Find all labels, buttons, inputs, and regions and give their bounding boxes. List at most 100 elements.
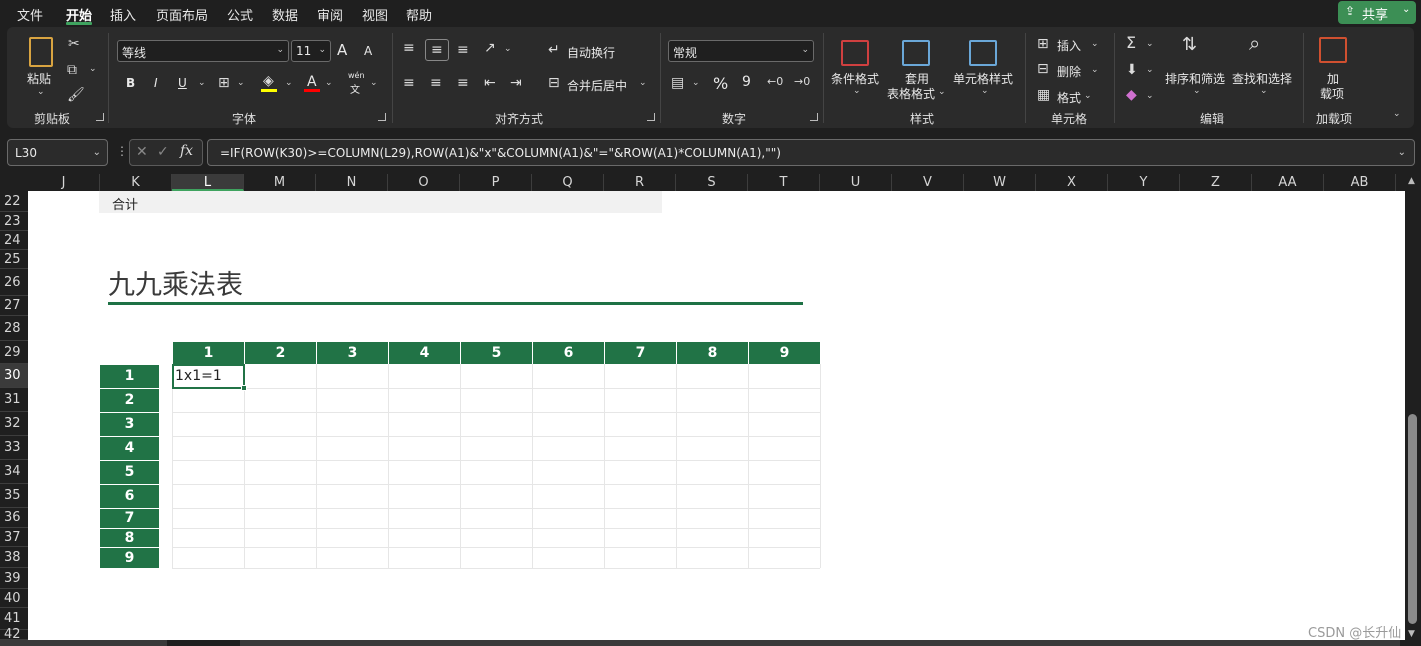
share-button[interactable]: ⇪ 共享 ⌄	[1338, 1, 1416, 24]
chevron-down-icon[interactable]: ⌄	[1193, 86, 1201, 96]
increase-indent-icon[interactable]: ⇥	[510, 75, 522, 91]
menu-formulas[interactable]: 公式	[227, 5, 253, 24]
column-header-k[interactable]: K	[100, 174, 172, 191]
conditional-formatting-icon[interactable]	[841, 40, 869, 66]
align-center-icon[interactable]: ≡	[430, 75, 442, 91]
row-header-35[interactable]: 35	[0, 484, 28, 508]
addins-button[interactable]: 载项	[1320, 85, 1344, 102]
row-header-23[interactable]: 23	[0, 212, 28, 231]
cell-styles-button[interactable]: 单元格样式	[953, 70, 1013, 87]
table-column-header[interactable]: 9	[749, 342, 820, 364]
chevron-down-icon[interactable]: ⌄	[504, 44, 512, 54]
column-header-s[interactable]: S	[676, 174, 748, 191]
autosum-icon[interactable]: Σ	[1126, 35, 1136, 51]
alignment-launcher-icon[interactable]	[647, 113, 655, 121]
clipboard-launcher-icon[interactable]	[96, 113, 104, 121]
row-header-28[interactable]: 28	[0, 316, 28, 341]
row-header-22[interactable]: 22	[0, 191, 28, 212]
row-header-42[interactable]: 42	[0, 628, 28, 641]
format-cells-button[interactable]: 格式	[1057, 89, 1081, 106]
table-row-header[interactable]: 8	[100, 529, 159, 547]
row-header-26[interactable]: 26	[0, 269, 28, 296]
comma-button[interactable]: 9	[742, 74, 751, 90]
paste-icon[interactable]	[29, 37, 53, 67]
cancel-icon[interactable]: ✕	[136, 144, 148, 160]
table-column-header[interactable]: 1	[173, 342, 244, 364]
column-header-p[interactable]: P	[460, 174, 532, 191]
column-header-o[interactable]: O	[388, 174, 460, 191]
column-header-v[interactable]: V	[892, 174, 964, 191]
row-header-36[interactable]: 36	[0, 508, 28, 528]
percent-button[interactable]: %	[713, 74, 728, 93]
chevron-down-icon[interactable]: ⌄	[1146, 91, 1154, 101]
row-header-38[interactable]: 38	[0, 547, 28, 568]
chevron-down-icon[interactable]: ⌄	[37, 87, 45, 97]
decrease-decimal-icon[interactable]: →0	[794, 74, 810, 90]
chevron-down-icon[interactable]: ⌄	[237, 78, 245, 88]
column-header-y[interactable]: Y	[1108, 174, 1180, 191]
borders-icon[interactable]: ⊞	[218, 75, 230, 91]
column-header-l[interactable]: L	[172, 174, 244, 191]
menu-review[interactable]: 审阅	[317, 5, 343, 24]
paste-button[interactable]: 粘贴	[27, 70, 51, 87]
scroll-up-icon[interactable]: ▲	[1408, 176, 1415, 186]
row-header-31[interactable]: 31	[0, 388, 28, 412]
column-header-r[interactable]: R	[604, 174, 676, 191]
chevron-down-icon[interactable]: ⌄	[1091, 39, 1099, 49]
table-column-header[interactable]: 7	[605, 342, 676, 364]
row-header-40[interactable]: 40	[0, 589, 28, 608]
format-as-table-icon[interactable]	[902, 40, 930, 66]
chevron-down-icon[interactable]: ⌄	[1146, 65, 1154, 75]
chevron-down-icon[interactable]: ⌄	[325, 78, 333, 88]
row-header-29[interactable]: 29	[0, 341, 28, 364]
align-right-icon[interactable]: ≡	[457, 75, 469, 91]
table-column-header[interactable]: 4	[389, 342, 460, 364]
number-format-select[interactable]: 常规 ⌄	[668, 40, 814, 62]
grow-font-button[interactable]: A	[337, 41, 347, 59]
decrease-indent-icon[interactable]: ⇤	[484, 75, 496, 91]
font-name-select[interactable]: 等线 ⌄	[117, 40, 289, 62]
table-column-header[interactable]: 2	[245, 342, 316, 364]
horizontal-scrollbar[interactable]	[240, 640, 1400, 646]
align-bottom-icon[interactable]: ≡	[457, 42, 469, 58]
menu-help[interactable]: 帮助	[406, 5, 432, 24]
cut-icon[interactable]: ✂	[68, 36, 80, 52]
column-header-ab[interactable]: AB	[1324, 174, 1396, 191]
ribbon-collapse-icon[interactable]: ⌄	[1393, 109, 1401, 119]
menu-file[interactable]: 文件	[17, 5, 43, 24]
clear-icon[interactable]: ◆	[1126, 87, 1137, 103]
align-top-icon[interactable]: ≡	[403, 40, 415, 56]
phonetic-button[interactable]: wén	[348, 71, 365, 80]
italic-button[interactable]: I	[154, 76, 158, 90]
table-row-header[interactable]: 9	[100, 548, 159, 568]
scroll-down-icon[interactable]: ▼	[1408, 629, 1415, 639]
row-header-27[interactable]: 27	[0, 296, 28, 316]
shrink-font-button[interactable]: A	[364, 44, 372, 58]
row-header-25[interactable]: 25	[0, 250, 28, 269]
row-header-34[interactable]: 34	[0, 460, 28, 484]
more-icon[interactable]: ⋮	[116, 144, 128, 158]
insert-function-icon[interactable]: fx	[180, 143, 193, 159]
font-color-button[interactable]: A	[307, 74, 317, 90]
table-row-header[interactable]: 3	[100, 413, 159, 436]
addins-icon[interactable]	[1319, 37, 1347, 63]
column-header-q[interactable]: Q	[532, 174, 604, 191]
row-header-30[interactable]: 30	[0, 364, 28, 388]
table-column-header[interactable]: 3	[317, 342, 388, 364]
align-left-icon[interactable]: ≡	[403, 75, 415, 91]
table-column-header[interactable]: 6	[533, 342, 604, 364]
table-row-header[interactable]: 6	[100, 485, 159, 508]
cell-styles-icon[interactable]	[969, 40, 997, 66]
row-header-33[interactable]: 33	[0, 436, 28, 460]
column-header-w[interactable]: W	[964, 174, 1036, 191]
increase-decimal-icon[interactable]: ←0	[767, 74, 783, 90]
bold-button[interactable]: B	[126, 76, 135, 90]
chevron-down-icon[interactable]: ⌄	[285, 78, 293, 88]
enter-icon[interactable]: ✓	[157, 144, 169, 160]
chevron-down-icon[interactable]: ⌄	[1084, 91, 1092, 101]
menu-page-layout[interactable]: 页面布局	[156, 5, 208, 24]
column-header-m[interactable]: M	[244, 174, 316, 191]
chevron-down-icon[interactable]: ⌄	[639, 78, 647, 88]
format-as-table-button[interactable]: 表格格式	[887, 85, 935, 102]
name-box[interactable]: L30 ⌄	[7, 139, 108, 166]
